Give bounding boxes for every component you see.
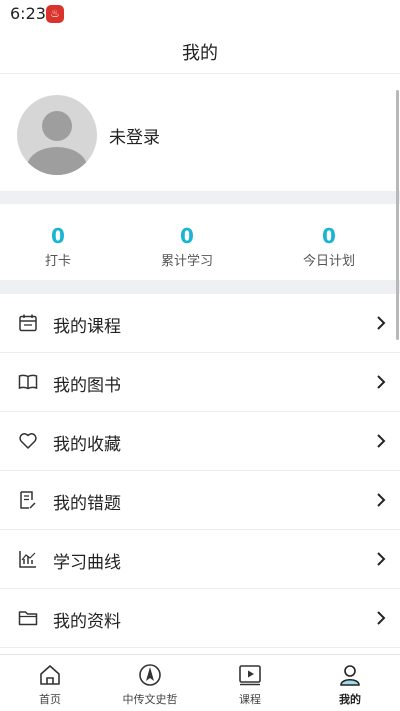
- stat-value: 0: [51, 224, 65, 248]
- chevron-right-icon: [377, 611, 386, 625]
- page-title: 我的: [182, 43, 218, 64]
- tab-label: 课程: [239, 693, 261, 706]
- red-app-badge-icon: ♨: [46, 5, 64, 23]
- menu-item-my-books[interactable]: 我的图书: [0, 353, 400, 412]
- stat-today-plan[interactable]: 0 今日计划: [269, 224, 389, 269]
- stat-label: 累计学习: [160, 254, 213, 269]
- chevron-right-icon: [377, 493, 386, 507]
- user-icon: [340, 665, 360, 686]
- home-icon: [40, 665, 60, 685]
- menu-item-label: 我的课程: [53, 317, 121, 337]
- default-avatar-icon[interactable]: [17, 95, 97, 175]
- title-bar: 我的: [0, 28, 400, 74]
- stat-total-study[interactable]: 0 累计学习: [127, 224, 247, 269]
- tab-culture[interactable]: 中传文史哲: [100, 655, 200, 711]
- menu-item-my-favorites[interactable]: 我的收藏: [0, 412, 400, 471]
- menu-item-label: 我的收藏: [53, 435, 121, 455]
- chart-icon: [19, 551, 36, 568]
- status-time: 6:23: [10, 4, 46, 23]
- profile-card[interactable]: 未登录: [0, 75, 400, 191]
- tab-courses[interactable]: 课程: [200, 655, 300, 711]
- tab-label: 首页: [39, 693, 61, 706]
- chevron-right-icon: [377, 375, 386, 389]
- bottom-tab-bar: 首页 中传文史哲 课程 我的: [0, 654, 400, 711]
- chevron-right-icon: [377, 316, 386, 330]
- menu-item-label: 我的图书: [53, 376, 121, 396]
- section-divider: [0, 280, 400, 294]
- compass-icon: [139, 664, 161, 686]
- menu-item-my-courses[interactable]: 我的课程: [0, 294, 400, 353]
- document-edit-icon: [20, 491, 36, 509]
- chevron-right-icon: [377, 552, 386, 566]
- menu-list: 我的课程 我的图书 我的收藏 我的错题 学习曲线 我的资料: [0, 294, 400, 648]
- menu-item-study-curve[interactable]: 学习曲线: [0, 530, 400, 589]
- stat-label: 打卡: [44, 254, 71, 269]
- menu-item-label: 我的错题: [53, 494, 121, 514]
- status-bar: 6:23 ♨: [0, 0, 400, 28]
- stat-checkin[interactable]: 0 打卡: [0, 224, 118, 269]
- stat-value: 0: [322, 224, 336, 248]
- tab-label: 我的: [339, 693, 361, 706]
- folder-icon: [18, 611, 38, 626]
- heart-icon: [19, 433, 37, 449]
- stat-label: 今日计划: [302, 254, 355, 269]
- scrollbar[interactable]: [396, 90, 399, 340]
- stat-value: 0: [180, 224, 194, 248]
- chevron-right-icon: [377, 434, 386, 448]
- book-icon: [18, 374, 38, 390]
- menu-item-label: 我的资料: [53, 612, 121, 632]
- play-icon: [239, 665, 261, 686]
- menu-item-my-materials[interactable]: 我的资料: [0, 589, 400, 648]
- calendar-icon: [19, 314, 37, 332]
- section-divider: [0, 191, 400, 204]
- stats-row: 0 打卡 0 累计学习 0 今日计划: [0, 204, 400, 280]
- tab-label: 中传文史哲: [122, 693, 178, 706]
- tab-mine[interactable]: 我的: [300, 655, 400, 711]
- tab-home[interactable]: 首页: [0, 655, 100, 711]
- login-status-label[interactable]: 未登录: [109, 123, 160, 148]
- menu-item-label: 学习曲线: [53, 553, 121, 573]
- menu-item-my-mistakes[interactable]: 我的错题: [0, 471, 400, 530]
